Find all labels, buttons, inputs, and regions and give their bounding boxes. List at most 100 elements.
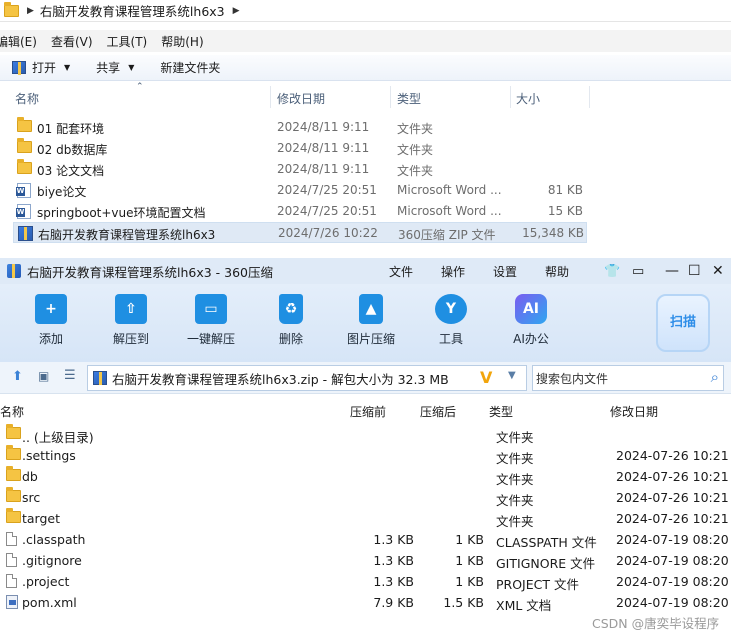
- file-date: 2024/8/11 9:11: [277, 162, 370, 176]
- folder-icon: [6, 487, 21, 502]
- extract-to-button[interactable]: ⇧ 解压到: [96, 294, 166, 347]
- column-name[interactable]: 名称: [0, 403, 24, 420]
- path-field[interactable]: 右脑开发教育课程管理系统lh6x3.zip - 解包大小为 32.3 MB V …: [87, 365, 527, 391]
- folder-icon: [17, 117, 32, 132]
- column-compressed-after[interactable]: 压缩后: [420, 403, 456, 420]
- add-button[interactable]: + 添加: [16, 294, 86, 347]
- column-name[interactable]: 名称: [15, 90, 39, 107]
- archive-row[interactable]: src 文件夹 2024-07-26 10:21: [0, 487, 731, 508]
- scan-button[interactable]: 扫描: [656, 294, 710, 352]
- file-row[interactable]: 02 db数据库 2024/8/11 9:11 文件夹: [13, 138, 587, 159]
- menu-view[interactable]: 查看(V): [51, 33, 93, 50]
- column-type[interactable]: 类型: [397, 90, 421, 107]
- explorer-column-header: 名称 ⌃ 修改日期 类型 大小: [0, 82, 590, 108]
- one-click-extract-button[interactable]: ▭ 一键解压: [176, 294, 246, 347]
- archive-row[interactable]: .. (上级目录) 文件夹: [0, 424, 731, 445]
- column-date[interactable]: 修改日期: [610, 403, 658, 420]
- dropdown-arrow-icon[interactable]: ▼: [508, 370, 516, 381]
- file-name: 03 论文文档: [37, 164, 105, 178]
- entry-size-before: 1.3 KB: [373, 553, 414, 568]
- column-type[interactable]: 类型: [489, 403, 513, 420]
- menu-operate[interactable]: 操作: [441, 263, 465, 280]
- archive-row[interactable]: db 文件夹 2024-07-26 10:21: [0, 466, 731, 487]
- image-compress-button[interactable]: ▲ 图片压缩: [336, 294, 406, 347]
- file-row[interactable]: 01 配套环境 2024/8/11 9:11 文件夹: [13, 117, 587, 138]
- file-icon: [6, 574, 17, 588]
- entry-size-after: 1.5 KB: [443, 595, 484, 610]
- menu-file[interactable]: 文件: [389, 263, 413, 280]
- address-bar[interactable]: ▶ 右脑开发教育课程管理系统lh6x3 ▶: [0, 0, 731, 22]
- breadcrumb[interactable]: 右脑开发教育课程管理系统lh6x3: [40, 1, 225, 20]
- tools-icon: Y: [435, 294, 467, 324]
- file-date: 2024/7/25 20:51: [277, 183, 377, 197]
- close-icon[interactable]: ✕: [712, 263, 724, 279]
- ai-office-button[interactable]: AI AI办公: [496, 294, 566, 347]
- entry-type: XML 文档: [496, 598, 552, 613]
- entry-date: 2024-07-19 08:20: [616, 553, 729, 568]
- column-date[interactable]: 修改日期: [277, 90, 325, 107]
- xml-file-icon: [6, 595, 18, 609]
- entry-type: 文件夹: [496, 451, 534, 466]
- list-view-icon[interactable]: ☰: [64, 368, 76, 383]
- entry-size-after: 1 KB: [455, 553, 484, 568]
- chevron-right-icon[interactable]: ▶: [27, 6, 34, 16]
- archive-row[interactable]: .classpath 1.3 KB 1 KB CLASSPATH 文件 2024-07-…: [0, 529, 731, 550]
- tools-button[interactable]: Y 工具: [416, 294, 486, 347]
- column-compressed-before[interactable]: 压缩前: [350, 403, 386, 420]
- entry-type: PROJECT 文件: [496, 577, 579, 592]
- column-size[interactable]: 大小: [516, 90, 540, 107]
- entry-type: 文件夹: [496, 493, 534, 508]
- entry-size-before: 1.3 KB: [373, 574, 414, 589]
- search-icon[interactable]: ⌕: [711, 368, 719, 386]
- file-row[interactable]: 右脑开发教育课程管理系统lh6x3 2024/7/26 10:22 360压缩 ZI…: [13, 222, 587, 243]
- file-row[interactable]: 03 论文文档 2024/8/11 9:11 文件夹: [13, 159, 587, 180]
- file-date: 2024/7/26 10:22: [278, 226, 378, 240]
- entry-name: target: [22, 511, 61, 526]
- entry-date: 2024-07-26 10:21: [616, 448, 729, 463]
- menu-bar: 编辑(E) 查看(V) 工具(T) 帮助(H): [0, 30, 731, 52]
- chevron-right-icon[interactable]: ▶: [233, 6, 240, 16]
- menu-settings[interactable]: 设置: [493, 263, 517, 280]
- file-row[interactable]: biye论文 2024/7/25 20:51 Microsoft Word ... 8…: [13, 180, 587, 201]
- thumbnail-view-icon[interactable]: ▣: [38, 369, 49, 383]
- file-name: 右脑开发教育课程管理系统lh6x3: [38, 228, 216, 242]
- search-input[interactable]: 搜索包内文件 ⌕: [532, 365, 724, 391]
- archive-row[interactable]: .settings 文件夹 2024-07-26 10:21: [0, 445, 731, 466]
- share-button[interactable]: 共享 ▼: [96, 59, 134, 76]
- menu-help[interactable]: 帮助(H): [161, 33, 203, 50]
- menu-tools[interactable]: 工具(T): [107, 33, 148, 50]
- menu-edit[interactable]: 编辑(E): [0, 33, 37, 50]
- entry-size-before: 7.9 KB: [373, 595, 414, 610]
- up-arrow-icon[interactable]: ⬆: [12, 369, 23, 384]
- archive-row[interactable]: .gitignore 1.3 KB 1 KB GITIGNORE 文件 2024-07-…: [0, 550, 731, 571]
- file-icon: [6, 553, 17, 567]
- entry-name: db: [22, 469, 38, 484]
- file-icon: [6, 532, 17, 546]
- zip-toolbar: + 添加 ⇧ 解压到 ▭ 一键解压 ♻ 删除 ▲ 图片压缩 Y 工具 AI AI…: [0, 284, 731, 362]
- archive-row[interactable]: .project 1.3 KB 1 KB PROJECT 文件 2024-07-19 0…: [0, 571, 731, 592]
- archive-row[interactable]: target 文件夹 2024-07-26 10:21: [0, 508, 731, 529]
- delete-icon: ♻: [279, 294, 303, 324]
- menu-help[interactable]: 帮助: [545, 263, 569, 280]
- delete-button[interactable]: ♻ 删除: [256, 294, 326, 347]
- folder-icon: [4, 1, 19, 17]
- archive-row[interactable]: pom.xml 7.9 KB 1.5 KB XML 文档 2024-07-19 08:2…: [0, 592, 731, 613]
- entry-name: .classpath: [22, 532, 86, 547]
- 360zip-logo-icon: [7, 264, 21, 278]
- open-button[interactable]: 打开 ▼: [12, 59, 70, 76]
- file-date: 2024/8/11 9:11: [277, 141, 370, 155]
- folder-icon: [17, 138, 32, 153]
- maximize-icon[interactable]: ☐: [688, 263, 701, 279]
- entry-name: .project: [22, 574, 70, 589]
- zip-archive-icon: [12, 61, 26, 75]
- minimize-icon[interactable]: —: [665, 263, 679, 279]
- file-row[interactable]: springboot+vue环境配置文档 2024/7/25 20:51 Micro…: [13, 201, 587, 222]
- caret-down-icon: ▼: [64, 63, 71, 72]
- watermark: CSDN @唐奕毕设程序: [592, 616, 720, 631]
- skin-icon[interactable]: 👕: [604, 264, 620, 279]
- v-badge-icon[interactable]: V: [480, 368, 492, 387]
- zip-archive-icon: [18, 226, 33, 241]
- feedback-icon[interactable]: ▭: [632, 264, 644, 279]
- entry-type: CLASSPATH 文件: [496, 535, 597, 550]
- new-folder-button[interactable]: 新建文件夹: [160, 59, 220, 76]
